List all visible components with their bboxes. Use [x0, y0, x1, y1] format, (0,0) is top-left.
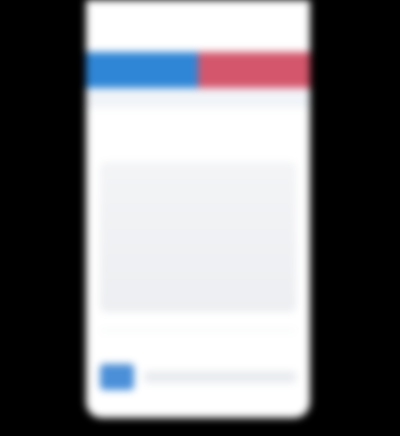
status-bar — [86, 0, 310, 52]
main-content — [86, 108, 310, 331]
tab-bar — [86, 52, 310, 88]
content-link[interactable] — [100, 124, 296, 148]
tab-left[interactable] — [86, 52, 198, 88]
phone-screen — [86, 0, 310, 418]
subheader — [86, 88, 310, 108]
tab-right[interactable] — [198, 52, 310, 88]
footer-row[interactable] — [86, 354, 310, 400]
body-text-block — [100, 162, 296, 312]
app-icon — [100, 364, 134, 390]
divider — [100, 330, 296, 331]
footer-text — [144, 371, 296, 383]
